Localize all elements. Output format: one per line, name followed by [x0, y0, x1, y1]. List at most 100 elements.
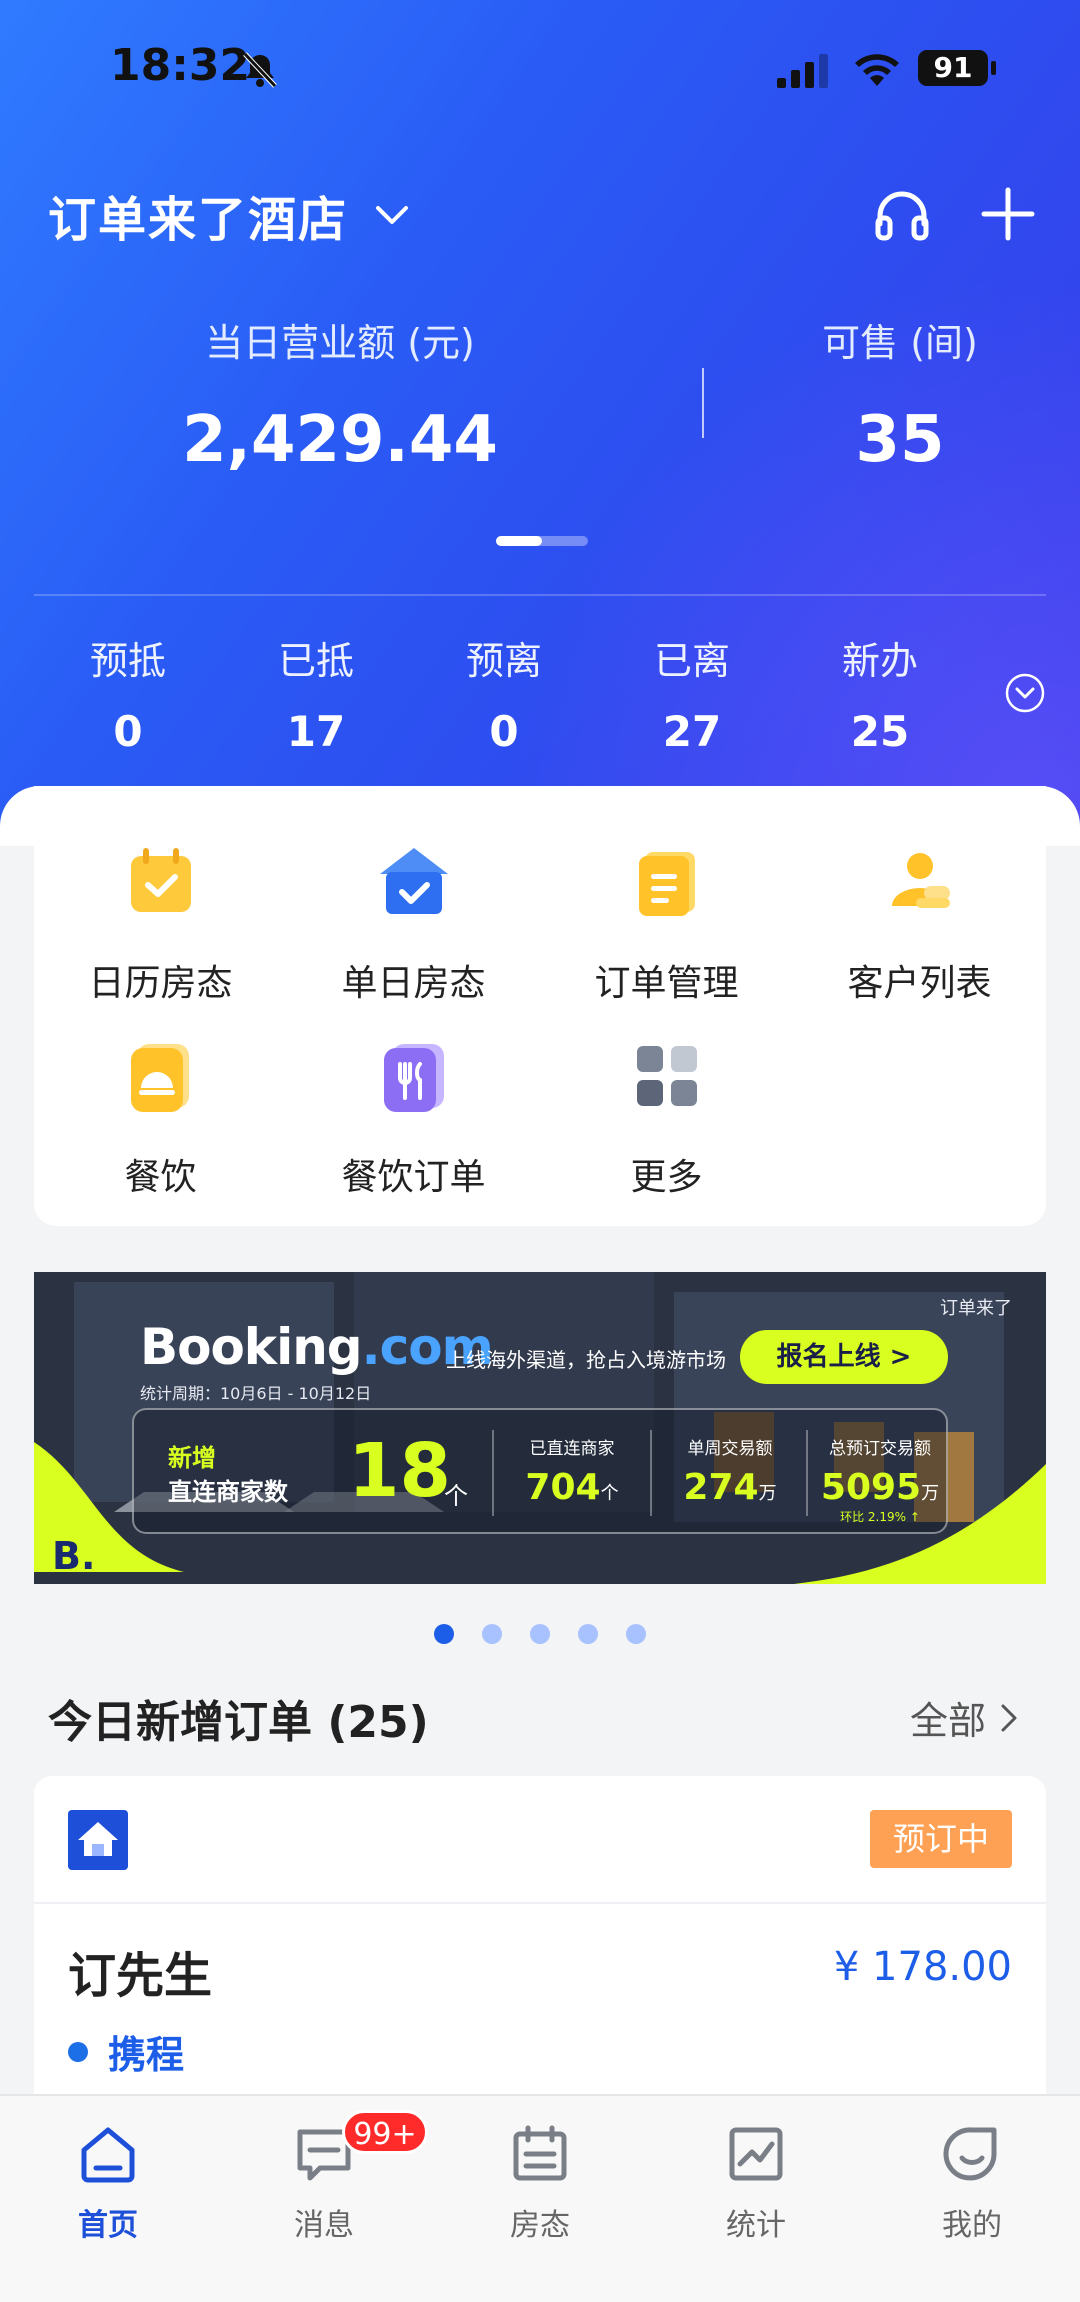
banner-stat-value: 5095万	[810, 1467, 950, 1508]
clipboard-icon	[638, 852, 695, 916]
tile-calendar-room-status[interactable]: 日历房态	[34, 842, 287, 1006]
banner-new-label: 新增	[168, 1444, 216, 1472]
home-icon	[81, 2127, 135, 2183]
tile-label: 餐饮	[124, 1157, 197, 1198]
tile-more[interactable]: 更多	[540, 1036, 793, 1200]
count-value: 27	[662, 707, 722, 756]
tab-label: 首页	[78, 2208, 138, 2243]
available-value: 35	[855, 403, 945, 477]
cloche-icon	[130, 1044, 189, 1112]
banner-stat-number: 5095	[820, 1467, 922, 1508]
tab-room-status[interactable]: 房态	[432, 2122, 648, 2244]
count-value: 25	[850, 707, 910, 756]
banner-stat-title: 总预订交易额	[829, 1439, 931, 1459]
banner-brand-logo: 订单来了	[940, 1298, 1012, 1319]
carousel-dot[interactable]	[482, 1624, 502, 1644]
order-card[interactable]: 预订中 订先生 ¥ 178.00 携程	[34, 1776, 1046, 2106]
view-all-label: 全部	[910, 1699, 987, 1743]
order-source: 携程	[68, 2024, 184, 2079]
tile-catering[interactable]: 餐饮	[34, 1036, 287, 1200]
count-arrived[interactable]: 已抵 17	[222, 630, 410, 756]
banner-stat-title: 单周交易额	[687, 1439, 773, 1459]
count-departed[interactable]: 已离 27	[598, 630, 786, 756]
quick-access-panel: 日历房态 单日房态 订单管理 客户列表 餐饮 餐饮订单 更多	[34, 786, 1046, 1226]
room-counts: 预抵 0 已抵 17 预离 0 已离 27 新办 25	[34, 630, 974, 756]
revenue-label: 当日营业额 (元)	[205, 321, 475, 365]
signal-icon	[777, 54, 828, 88]
banner-stat-number: 704	[525, 1467, 601, 1508]
house-check-icon	[379, 848, 448, 914]
bottom-tab-bar: 首页 99+ 消息 房态 统计 我的	[0, 2094, 1080, 2302]
carousel-dot[interactable]	[434, 1624, 454, 1644]
plus-icon[interactable]	[980, 186, 1036, 242]
promo-banner[interactable]: 订单来了 Booking.com 上线海外渠道，抢占入境游市场 报名上线 > 统…	[34, 1272, 1046, 1584]
status-bar: 18:32 91	[0, 0, 1080, 140]
chevron-right-icon	[1001, 1704, 1017, 1731]
carousel-dot[interactable]	[626, 1624, 646, 1644]
header-pager	[496, 536, 588, 546]
available-rooms[interactable]: 可售 (间) 35	[780, 312, 1020, 477]
banner-stat-unit: 个	[600, 1483, 619, 1504]
calendar-check-icon	[130, 848, 191, 912]
count-label: 新办	[841, 639, 918, 683]
view-all-orders-link[interactable]: 全部	[910, 1690, 1024, 1745]
bell-muted-icon	[243, 52, 277, 88]
more-grid-icon	[636, 1046, 697, 1106]
chevron-down-icon	[376, 206, 409, 224]
tile-label: 单日房态	[341, 963, 486, 1004]
count-new[interactable]: 新办 25	[786, 630, 974, 756]
tab-home[interactable]: 首页	[0, 2122, 216, 2244]
fork-knife-icon	[383, 1044, 444, 1112]
count-expected-departure[interactable]: 预离 0	[410, 630, 598, 756]
tile-catering-orders[interactable]: 餐饮订单	[287, 1036, 540, 1200]
booking-b-logo: B.	[52, 1534, 96, 1578]
count-value: 0	[113, 707, 143, 756]
banner-stat-number: 274	[683, 1467, 759, 1508]
booking-main: Booking	[140, 1318, 363, 1376]
banner-slogan: 上线海外渠道，抢占入境游市场	[446, 1348, 726, 1372]
banner-separator	[650, 1430, 652, 1516]
tile-label: 餐饮订单	[341, 1157, 486, 1198]
source-label: 携程	[108, 2033, 185, 2077]
house-icon	[68, 1810, 128, 1870]
header-divider	[34, 594, 1046, 596]
tab-messages[interactable]: 99+ 消息	[216, 2110, 432, 2244]
banner-stat-change: 环比 2.19% ↑	[840, 1510, 920, 1524]
carousel-dot[interactable]	[578, 1624, 598, 1644]
count-label: 已抵	[277, 639, 354, 683]
tab-profile[interactable]: 我的	[864, 2122, 1080, 2244]
expand-circle-icon[interactable]	[1004, 672, 1046, 714]
status-badge: 预订中	[870, 1810, 1012, 1868]
headset-icon[interactable]	[872, 186, 932, 246]
banner-stat-unit: 万	[758, 1483, 777, 1504]
banner-period: 统计周期：10月6日 - 10月12日	[140, 1384, 372, 1403]
tile-label: 订单管理	[594, 963, 739, 1004]
wifi-icon	[855, 54, 899, 86]
stat-divider	[702, 368, 704, 438]
count-expected-arrival[interactable]: 预抵 0	[34, 630, 222, 756]
tile-order-management[interactable]: 订单管理	[540, 842, 793, 1006]
tab-statistics[interactable]: 统计	[648, 2122, 864, 2244]
carousel-dot[interactable]	[530, 1624, 550, 1644]
chart-icon	[729, 2127, 783, 2181]
battery-indicator: 91	[918, 50, 996, 86]
order-price: ¥ 178.00	[833, 1944, 1012, 1990]
available-label: 可售 (间)	[822, 321, 978, 365]
header: 18:32 91 订单来了酒店 当日营业额 (元) 2,429.44 可售 (间…	[0, 0, 1080, 840]
tile-daily-room-status[interactable]: 单日房态	[287, 842, 540, 1006]
orders-section-title: 今日新增订单 (25)	[48, 1697, 429, 1748]
banner-cta-button[interactable]: 报名上线 >	[740, 1330, 948, 1384]
banner-new-unit: 个	[444, 1482, 468, 1510]
banner-stat-connected: 已直连商家 704个	[502, 1434, 642, 1508]
hotel-selector[interactable]: 订单来了酒店	[48, 180, 412, 250]
banner-separator	[492, 1430, 494, 1516]
daily-revenue[interactable]: 当日营业额 (元) 2,429.44	[140, 312, 540, 477]
tile-label: 客户列表	[847, 963, 992, 1004]
profile-icon	[943, 2127, 997, 2181]
banner-stat-title: 已直连商家	[529, 1439, 615, 1459]
tile-customer-list[interactable]: 客户列表	[793, 842, 1046, 1006]
header-pager-active	[496, 536, 542, 546]
tab-label: 房态	[510, 2208, 570, 2243]
banner-stat-value: 704个	[502, 1467, 642, 1508]
tile-label: 更多	[630, 1157, 703, 1198]
